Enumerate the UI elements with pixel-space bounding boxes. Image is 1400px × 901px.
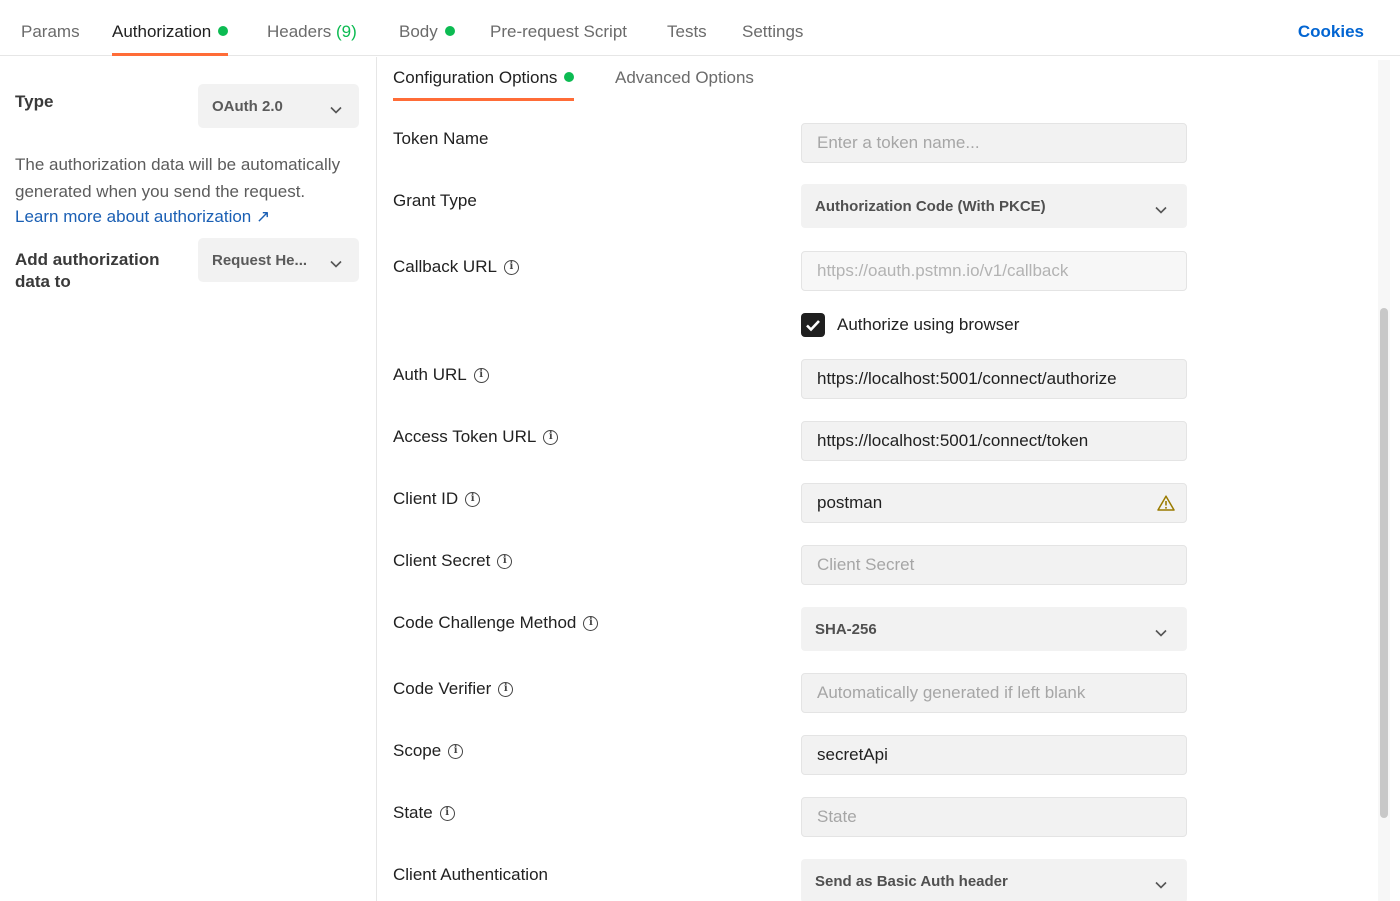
scrollbar-thumb[interactable] <box>1380 308 1388 818</box>
chevron-down-icon <box>330 101 342 118</box>
client-authentication-label: Client Authentication <box>393 865 548 885</box>
tab-body[interactable]: Body <box>399 22 455 56</box>
token-name-label: Token Name <box>393 129 488 149</box>
checkmark-icon <box>806 319 820 331</box>
code-verifier-label: Code Verifier i <box>393 679 514 699</box>
authorize-browser-checkbox[interactable] <box>801 313 825 337</box>
add-auth-to-label: Add authorization data to <box>15 250 160 291</box>
chevron-down-icon <box>330 255 342 272</box>
label-text: State <box>393 803 433 822</box>
select-value: SHA-256 <box>815 620 877 638</box>
chevron-down-icon <box>1155 201 1167 218</box>
select-value: Authorization Code (With PKCE) <box>815 197 1046 215</box>
token-name-input[interactable]: Enter a token name... <box>801 123 1187 163</box>
info-icon[interactable]: i <box>473 367 489 383</box>
auth-url-input[interactable]: https://localhost:5001/connect/authorize <box>801 359 1187 399</box>
scope-label: Scope i <box>393 741 464 761</box>
info-icon[interactable]: i <box>498 681 514 697</box>
info-icon[interactable]: i <box>497 553 513 569</box>
auth-type-panel: Type OAuth 2.0 The authorization data wi… <box>0 57 377 901</box>
client-secret-label: Client Secret i <box>393 551 513 571</box>
status-dot <box>564 72 575 82</box>
grant-type-select[interactable]: Authorization Code (With PKCE) <box>801 184 1187 228</box>
state-input[interactable]: State <box>801 797 1187 837</box>
select-value: Send as Basic Auth header <box>815 872 1008 890</box>
tab-tests[interactable]: Tests <box>667 22 707 56</box>
tab-label: Body <box>399 22 438 41</box>
label-text: Scope <box>393 741 442 760</box>
tab-pre-request-script[interactable]: Pre-request Script <box>490 22 627 56</box>
vertical-scrollbar[interactable] <box>1378 60 1390 901</box>
client-id-input[interactable]: postman <box>801 483 1187 523</box>
label-text: Access Token URL <box>393 427 537 446</box>
tab-label: Tests <box>667 22 707 41</box>
info-icon[interactable]: i <box>543 429 559 445</box>
tab-configuration-options[interactable]: Configuration Options <box>393 68 575 101</box>
label-text: Code Verifier <box>393 679 492 698</box>
select-value: Request He... <box>212 251 308 269</box>
tab-params[interactable]: Params <box>21 22 80 56</box>
label-text: Code Challenge Method <box>393 613 577 632</box>
status-dot <box>218 26 229 36</box>
request-tab-bar: Params Authorization Headers (9) Body Pr… <box>0 0 1400 56</box>
auth-type-select[interactable]: OAuth 2.0 <box>198 84 359 128</box>
headers-count-badge: (9) <box>336 22 357 41</box>
input-value: postman <box>817 493 883 512</box>
authorize-browser-row: Authorize using browser <box>801 313 1019 337</box>
info-icon[interactable]: i <box>465 491 481 507</box>
chevron-down-icon <box>1155 876 1167 893</box>
access-token-url-input[interactable]: https://localhost:5001/connect/token <box>801 421 1187 461</box>
label-text: Grant Type <box>393 191 477 210</box>
tab-headers[interactable]: Headers (9) <box>267 22 357 56</box>
tab-label: Authorization <box>112 22 212 41</box>
info-icon[interactable]: i <box>503 259 519 275</box>
client-secret-input[interactable]: Client Secret <box>801 545 1187 585</box>
authorize-browser-label: Authorize using browser <box>837 315 1020 334</box>
tab-advanced-options[interactable]: Advanced Options <box>615 68 754 101</box>
tab-authorization[interactable]: Authorization <box>112 22 229 56</box>
learn-more-link[interactable]: Learn more about authorization ↗ <box>15 207 270 227</box>
tab-label: Headers <box>267 22 332 41</box>
access-token-url-label: Access Token URL i <box>393 427 559 447</box>
info-icon[interactable]: i <box>583 615 599 631</box>
callback-url-input: https://oauth.pstmn.io/v1/callback <box>801 251 1187 291</box>
chevron-down-icon <box>1155 624 1167 641</box>
tab-settings[interactable]: Settings <box>742 22 803 56</box>
tab-label: Advanced Options <box>615 68 754 87</box>
label-text: Client Secret <box>393 551 491 570</box>
scope-input[interactable]: secretApi <box>801 735 1187 775</box>
cookies-link[interactable]: Cookies <box>1298 22 1364 42</box>
tab-label: Configuration Options <box>393 68 558 87</box>
tab-label: Settings <box>742 22 804 41</box>
grant-type-label: Grant Type <box>393 191 477 211</box>
label-text: Client Authentication <box>393 865 548 884</box>
label-text: Token Name <box>393 129 489 148</box>
tab-label: Params <box>21 22 80 41</box>
label-text: Callback URL <box>393 257 497 276</box>
state-label: State i <box>393 803 455 823</box>
info-icon[interactable]: i <box>439 805 455 821</box>
code-verifier-input[interactable]: Automatically generated if left blank <box>801 673 1187 713</box>
select-value: OAuth 2.0 <box>212 97 283 115</box>
label-text: Client ID <box>393 489 459 508</box>
add-auth-to-select[interactable]: Request He... <box>198 238 359 282</box>
client-authentication-select[interactable]: Send as Basic Auth header <box>801 859 1187 901</box>
type-label: Type <box>15 92 54 111</box>
auth-description: The authorization data will be automatic… <box>15 155 341 201</box>
client-id-label: Client ID i <box>393 489 481 509</box>
code-challenge-method-label: Code Challenge Method i <box>393 613 599 633</box>
status-dot <box>444 26 455 36</box>
auth-url-label: Auth URL i <box>393 365 489 385</box>
info-icon[interactable]: i <box>448 743 464 759</box>
code-challenge-method-select[interactable]: SHA-256 <box>801 607 1187 651</box>
callback-url-label: Callback URL i <box>393 257 519 277</box>
warning-icon[interactable] <box>1157 495 1175 516</box>
tab-label: Pre-request Script <box>490 22 627 41</box>
label-text: Auth URL <box>393 365 467 384</box>
